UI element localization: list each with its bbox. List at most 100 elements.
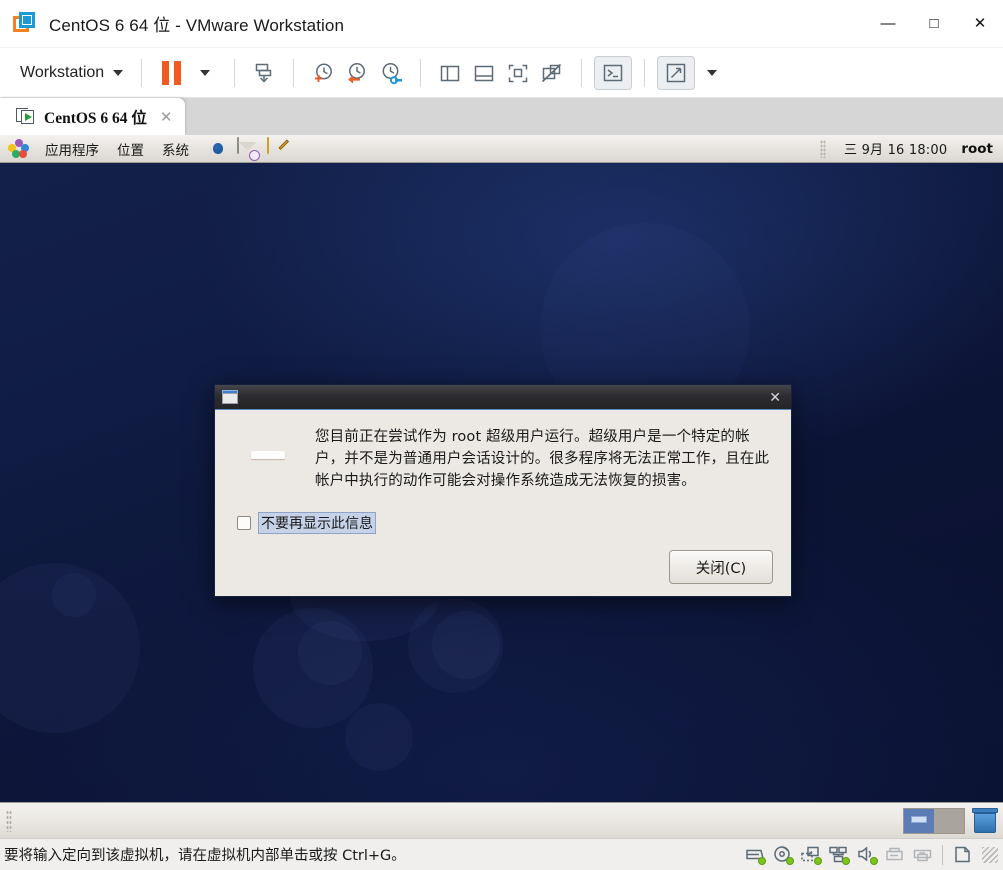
suspend-dropdown[interactable]	[188, 56, 222, 90]
console-view-button[interactable]	[594, 55, 633, 90]
dialog-close-icon[interactable]: ✕	[766, 390, 784, 404]
maximize-button[interactable]: □	[911, 0, 957, 48]
workstation-menu-label: Workstation	[20, 63, 105, 81]
toolbar-divider	[644, 58, 646, 87]
fullscreen-icon	[508, 64, 528, 82]
do-not-show-checkbox[interactable]	[237, 516, 251, 531]
dialog-message-row: 您目前正在尝试作为 root 超级用户运行。超级用户是一个特定的帐户，并不是为普…	[231, 424, 775, 492]
dialog-close-button[interactable]: 关闭(C)	[669, 550, 773, 584]
statusbar-divider	[942, 844, 943, 865]
vmware-statusbar: 要将输入定向到该虚拟机，请在虚拟机内部单击或按 Ctrl+G。	[0, 838, 1003, 870]
panel-launchers	[207, 136, 290, 161]
tab-centos-6-64[interactable]: CentOS 6 64 位 ✕	[0, 98, 185, 135]
minimize-icon: —	[880, 15, 896, 32]
stretch-dropdown[interactable]	[695, 56, 729, 90]
stretch-guest-button[interactable]	[657, 55, 696, 90]
vm-tabstrip: CentOS 6 64 位 ✕	[0, 98, 1003, 135]
panel-status-area: 三 9月 16 18:00 root	[820, 139, 1003, 158]
tab-close-icon[interactable]: ✕	[156, 108, 177, 126]
workspace-2[interactable]	[934, 808, 964, 833]
unity-mode-button[interactable]	[535, 56, 569, 90]
guest-screen[interactable]: 应用程序 位置 系统 三 9月 16 18:00 root ✕ 您目前正在尝试作…	[0, 135, 1003, 838]
dialog-titlebar[interactable]: ✕	[215, 385, 791, 410]
chevron-down-icon	[200, 69, 211, 76]
panel-bottom-icon	[474, 65, 494, 81]
device-connected-dot	[842, 857, 850, 865]
panel-username[interactable]: root	[961, 141, 993, 157]
gnome-bottom-panel	[0, 802, 1003, 838]
suspend-button[interactable]	[154, 56, 188, 90]
wallpaper-bubble	[52, 573, 96, 617]
workstation-menu[interactable]: Workstation	[14, 60, 129, 86]
bottom-panel-right	[903, 807, 1003, 834]
centos-foot-icon	[8, 138, 30, 159]
menu-applications[interactable]: 应用程序	[36, 137, 108, 161]
power-button[interactable]	[247, 56, 281, 90]
snapshot-manager-button[interactable]	[374, 56, 408, 90]
toolbar-divider	[293, 58, 295, 87]
maximize-icon: □	[929, 15, 939, 32]
snapshot-manager-icon	[382, 62, 403, 84]
resize-grip[interactable]	[982, 846, 998, 863]
root-warning-dialog: ✕ 您目前正在尝试作为 root 超级用户运行。超级用户是一个特定的帐户，并不是…	[214, 384, 792, 597]
toolbar-divider	[581, 58, 583, 87]
window-titlebar: CentOS 6 64 位 - VMware Workstation — □ ✕	[0, 0, 1003, 48]
tab-label: CentOS 6 64 位	[44, 109, 147, 127]
dialog-button-row: 关闭(C)	[231, 550, 775, 586]
do-not-show-label[interactable]: 不要再显示此信息	[258, 512, 376, 535]
wallpaper-bubble	[432, 611, 500, 679]
panel-grip-icon[interactable]	[820, 139, 827, 158]
panel-clock[interactable]: 三 9月 16 18:00	[844, 139, 947, 158]
unity-off-icon	[542, 63, 562, 82]
revert-snapshot-button[interactable]	[340, 56, 374, 90]
show-thumbnails-button[interactable]	[467, 56, 501, 90]
chevron-down-icon	[707, 69, 718, 76]
dialog-checkbox-row[interactable]: 不要再显示此信息	[237, 512, 775, 535]
menu-system[interactable]: 系统	[153, 137, 198, 161]
statusbar-devices	[744, 844, 1003, 865]
vmware-logo-icon	[13, 11, 37, 36]
printer-device-icon[interactable]	[912, 845, 933, 864]
dialog-body: 您目前正在尝试作为 root 超级用户运行。超级用户是一个特定的帐户，并不是为普…	[215, 410, 791, 596]
sound-device-icon[interactable]	[856, 845, 878, 865]
cd-dvd-device-icon[interactable]	[772, 845, 794, 865]
floppy-device-icon[interactable]	[800, 845, 822, 865]
close-button[interactable]: ✕	[957, 0, 1003, 48]
hard-disk-device-icon[interactable]	[744, 845, 766, 865]
network-device-icon[interactable]	[828, 845, 850, 865]
stretch-icon	[666, 63, 686, 82]
workspace-1[interactable]	[904, 808, 934, 833]
trash-icon[interactable]	[971, 807, 999, 834]
evolution-launcher[interactable]	[237, 136, 260, 161]
menu-places[interactable]: 位置	[108, 137, 153, 161]
panel-left-icon	[440, 65, 460, 81]
snapshot-add-icon	[315, 63, 333, 82]
document-device-icon[interactable]	[952, 845, 973, 864]
dialog-message: 您目前正在尝试作为 root 超级用户运行。超级用户是一个特定的帐户，并不是为普…	[315, 429, 770, 490]
window-controls: — □ ✕	[865, 0, 1003, 48]
toolbar-divider	[234, 58, 236, 87]
device-connected-dot	[786, 857, 794, 865]
gnome-top-panel: 应用程序 位置 系统 三 9月 16 18:00 root	[0, 135, 1003, 163]
show-library-button[interactable]	[433, 56, 467, 90]
fullscreen-button[interactable]	[501, 56, 535, 90]
vmware-workstation-window: CentOS 6 64 位 - VMware Workstation — □ ✕…	[0, 0, 1003, 870]
workspace-switcher[interactable]	[903, 807, 965, 834]
gedit-launcher[interactable]	[267, 136, 290, 160]
window-title: CentOS 6 64 位 - VMware Workstation	[49, 16, 345, 35]
panel-grip-icon[interactable]	[6, 809, 12, 832]
console-icon	[603, 64, 623, 81]
firefox-launcher[interactable]	[207, 138, 229, 160]
device-connected-dot	[814, 857, 822, 865]
take-snapshot-button[interactable]	[306, 56, 340, 90]
wallpaper-bubble	[345, 703, 413, 771]
minimize-button[interactable]: —	[865, 0, 911, 48]
pause-icon	[161, 60, 181, 85]
toolbar-divider	[420, 58, 422, 87]
power-vm-icon	[255, 63, 272, 83]
device-connected-dot	[870, 857, 878, 865]
snapshot-revert-icon	[348, 62, 366, 83]
usb-device-icon[interactable]	[884, 845, 905, 864]
toolbar-divider	[141, 58, 143, 87]
desktop-wallpaper[interactable]: ✕ 您目前正在尝试作为 root 超级用户运行。超级用户是一个特定的帐户，并不是…	[0, 163, 1003, 802]
